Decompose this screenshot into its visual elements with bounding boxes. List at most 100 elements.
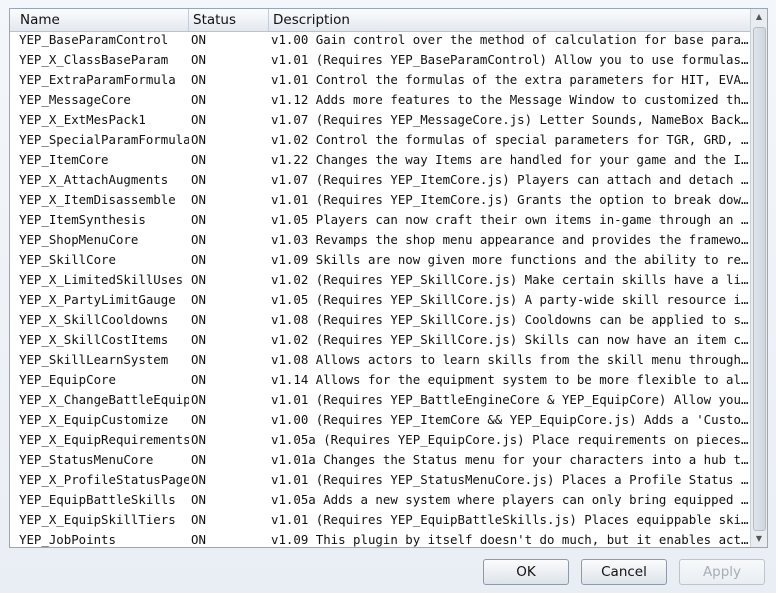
table-row[interactable]: YEP_ItemSynthesis ON v1.05 Players can now… [10,210,752,230]
plugin-status: ON [191,252,206,267]
plugin-name: YEP_SkillCore [19,252,116,267]
column-header-description[interactable]: Description [269,9,752,31]
table-header: Name Status Description [10,9,752,32]
plugin-list-table: Name Status Description YEP_BaseParamCon… [9,8,768,548]
plugin-name: YEP_X_EquipCustomize [19,412,169,427]
plugin-description: v1.01 (Requires YEP_BattleEngineCore & Y… [271,392,749,407]
plugin-name: YEP_X_EquipSkillTiers [19,512,176,527]
plugin-name: YEP_ItemCore [19,152,109,167]
plugin-status: ON [191,52,206,67]
table-row[interactable]: YEP_StatusMenuCore ON v1.01a Changes the S… [10,450,752,470]
table-row[interactable]: YEP_BaseParamControl ON v1.00 Gain control… [10,30,752,50]
plugin-status: ON [191,172,206,187]
plugin-description: v1.02 Control the formulas of special pa… [271,132,749,147]
table-row[interactable]: YEP_X_ChangeBattleEquip ON v1.01 (Requires… [10,390,752,410]
plugin-name: YEP_X_ClassBaseParam [19,52,169,67]
plugin-name: YEP_ShopMenuCore [19,232,139,247]
plugin-description: v1.01 (Requires YEP_EquipBattleSkills.js… [271,512,749,527]
plugin-status: ON [191,72,206,87]
plugin-description: v1.22 Changes the way Items are handled … [271,152,749,167]
plugin-status: ON [191,332,206,347]
plugin-status: ON [191,92,206,107]
plugin-description: v1.01 (Requires YEP_ItemCore.js) Grants … [271,192,749,207]
plugin-name: YEP_MessageCore [19,92,131,107]
plugin-manager-window: Name Status Description YEP_BaseParamCon… [0,0,776,593]
table-row[interactable]: YEP_MessageCore ON v1.12 Adds more feature… [10,90,752,110]
column-header-status[interactable]: Status [189,9,269,31]
table-row[interactable]: YEP_EquipCore ON v1.14 Allows for the equi… [10,370,752,390]
plugin-description: v1.05a (Requires YEP_EquipCore.js) Place… [271,432,749,447]
plugin-name: YEP_SpecialParamFormula [19,132,189,147]
plugin-status: ON [191,472,206,487]
plugin-status: ON [191,192,206,207]
plugin-description: v1.05a Adds a new system where players c… [271,492,749,507]
ok-button[interactable]: OK [483,559,569,585]
plugin-status: ON [191,272,206,287]
apply-button[interactable]: Apply [679,559,765,585]
plugin-status: ON [191,212,206,227]
table-row[interactable]: YEP_X_ProfileStatusPage ON v1.01 (Requires… [10,470,752,490]
plugin-name: YEP_X_ChangeBattleEquip [19,392,189,407]
plugin-status: ON [191,432,206,447]
table-row[interactable]: YEP_EquipBattleSkills ON v1.05a Adds a new… [10,490,752,510]
table-row[interactable]: YEP_X_AttachAugments ON v1.07 (Requires YE… [10,170,752,190]
table-row[interactable]: YEP_X_SkillCostItems ON v1.02 (Requires YE… [10,330,752,350]
cancel-button[interactable]: Cancel [581,559,667,585]
table-row[interactable]: YEP_X_ExtMesPack1 ON v1.07 (Requires YEP_M… [10,110,752,130]
plugin-name: YEP_EquipBattleSkills [19,492,176,507]
plugin-status: ON [191,112,206,127]
table-row[interactable]: YEP_JobPoints ON v1.09 This plugin by itse… [10,530,752,547]
plugin-description: v1.12 Adds more features to the Message … [271,92,749,107]
table-row[interactable]: YEP_ShopMenuCore ON v1.03 Revamps the shop… [10,230,752,250]
table-row[interactable]: YEP_SpecialParamFormula ON v1.02 Control t… [10,130,752,150]
plugin-status: ON [191,292,206,307]
plugin-description: v1.03 Revamps the shop menu appearance a… [271,232,749,247]
plugin-name: YEP_X_ProfileStatusPage [19,472,189,487]
table-row[interactable]: YEP_ItemCore ON v1.22 Changes the way Item… [10,150,752,170]
column-header-name[interactable]: Name [10,9,189,31]
table-row[interactable]: YEP_ExtraParamFormula ON v1.01 Control the… [10,70,752,90]
plugin-status: ON [191,232,206,247]
plugin-description: v1.05 Players can now craft their own it… [271,212,749,227]
plugin-name: YEP_X_ExtMesPack1 [19,112,146,127]
plugin-name: YEP_X_SkillCostItems [19,332,169,347]
table-row[interactable]: YEP_X_SkillCooldowns ON v1.08 (Requires YE… [10,310,752,330]
plugin-name: YEP_BaseParamControl [19,32,169,47]
plugin-name: YEP_X_AttachAugments [19,172,169,187]
table-row[interactable]: YEP_X_EquipSkillTiers ON v1.01 (Requires Y… [10,510,752,530]
plugin-description: v1.00 (Requires YEP_ItemCore && YEP_Equi… [271,412,749,427]
plugin-rows: YEP_BaseParamControl ON v1.00 Gain control… [10,30,752,547]
plugin-status: ON [191,372,206,387]
plugin-description: v1.02 (Requires YEP_SkillCore.js) Skills… [271,332,749,347]
plugin-name: YEP_ItemSynthesis [19,212,146,227]
chevron-up-icon[interactable]: ▲ [751,9,767,25]
plugin-description: v1.02 (Requires YEP_SkillCore.js) Make c… [271,272,749,287]
scrollbar-thumb[interactable] [753,27,766,531]
chevron-down-icon[interactable]: ▼ [751,531,767,547]
plugin-description: v1.09 This plugin by itself doesn't do m… [271,532,749,547]
plugin-description: v1.00 Gain control over the method of ca… [271,32,749,47]
plugin-status: ON [191,412,206,427]
plugin-name: YEP_X_LimitedSkillUses [19,272,184,287]
table-row[interactable]: YEP_SkillLearnSystem ON v1.08 Allows actor… [10,350,752,370]
plugin-status: ON [191,392,206,407]
plugin-description: v1.08 (Requires YEP_SkillCore.js) Cooldo… [271,312,749,327]
table-row[interactable]: YEP_X_ItemDisassemble ON v1.01 (Requires Y… [10,190,752,210]
table-row[interactable]: YEP_X_ClassBaseParam ON v1.01 (Requires YE… [10,50,752,70]
table-row[interactable]: YEP_X_EquipCustomize ON v1.00 (Requires YE… [10,410,752,430]
plugin-name: YEP_X_ItemDisassemble [19,192,176,207]
plugin-name: YEP_SkillLearnSystem [19,352,169,367]
vertical-scrollbar[interactable]: ▲ ▼ [750,9,767,547]
plugin-status: ON [191,32,206,47]
plugin-description: v1.05 (Requires YEP_SkillCore.js) A part… [271,292,749,307]
table-row[interactable]: YEP_X_EquipRequirements ON v1.05a (Require… [10,430,752,450]
plugin-name: YEP_JobPoints [19,532,116,547]
table-row[interactable]: YEP_SkillCore ON v1.09 Skills are now give… [10,250,752,270]
plugin-status: ON [191,152,206,167]
table-row[interactable]: YEP_X_LimitedSkillUses ON v1.02 (Requires … [10,270,752,290]
plugin-description: v1.01a Changes the Status menu for your … [271,452,749,467]
plugin-status: ON [191,132,206,147]
plugin-status: ON [191,532,206,547]
table-row[interactable]: YEP_X_PartyLimitGauge ON v1.05 (Requires Y… [10,290,752,310]
plugin-status: ON [191,492,206,507]
